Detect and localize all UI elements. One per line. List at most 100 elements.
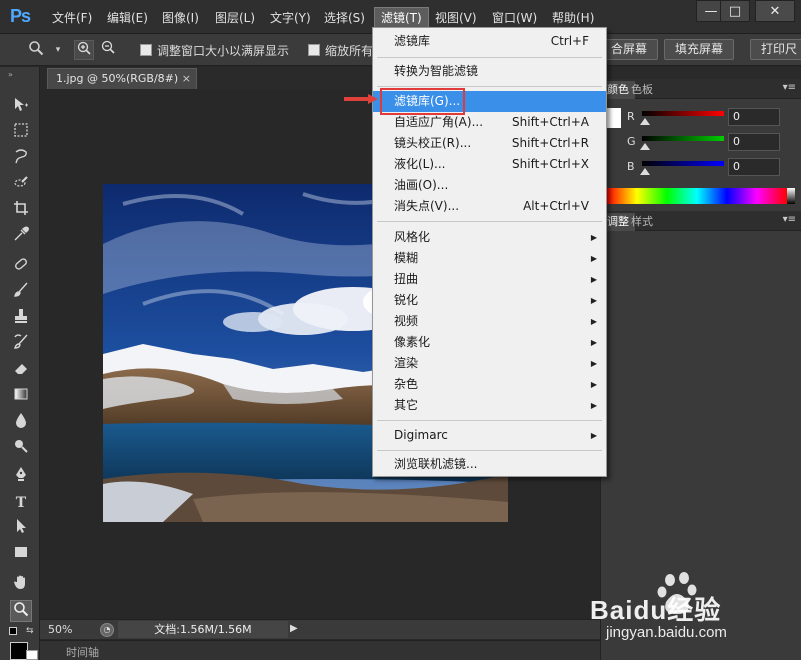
submenu-arrow-icon: ▶: [590, 338, 597, 347]
submenu-arrow-icon: ▶: [590, 233, 597, 242]
blue-slider-track[interactable]: [642, 161, 724, 166]
menu-select[interactable]: 选择(S): [322, 9, 367, 27]
quick-selection-tool-icon[interactable]: [10, 174, 32, 196]
photoshop-logo: Ps: [10, 6, 31, 26]
menu-item-digimarc[interactable]: Digimarc ▶: [373, 425, 606, 446]
menu-window[interactable]: 窗口(W): [490, 9, 539, 27]
zoom-all-checkbox[interactable]: [308, 44, 320, 56]
zoom-tool-selected-icon[interactable]: [10, 600, 32, 622]
menu-item-convert-smart-filters[interactable]: 转换为智能滤镜: [373, 61, 606, 82]
menu-item-video[interactable]: 视频 ▶: [373, 311, 606, 332]
move-tool-icon[interactable]: [10, 96, 32, 118]
type-tool-icon[interactable]: T: [10, 492, 32, 514]
menu-layer[interactable]: 图层(L): [213, 9, 257, 27]
status-menu-arrow-icon[interactable]: ▶: [290, 623, 298, 634]
menu-item-render[interactable]: 渲染 ▶: [373, 353, 606, 374]
watermark-brand: Baidu经验: [590, 595, 722, 625]
submenu-arrow-icon: ▶: [590, 254, 597, 263]
menu-item-distort[interactable]: 扭曲 ▶: [373, 269, 606, 290]
zoom-level[interactable]: 50%: [48, 623, 72, 636]
red-slider-track[interactable]: [642, 111, 724, 116]
submenu-arrow-icon: ▶: [590, 275, 597, 284]
menu-item-lens-correction[interactable]: 镜头校正(R)... Shift+Ctrl+R: [373, 133, 606, 154]
grayscale-ramp[interactable]: [787, 188, 795, 204]
menu-image[interactable]: 图像(I): [160, 9, 201, 27]
clone-stamp-tool-icon[interactable]: [10, 308, 32, 330]
brush-tool-icon[interactable]: [10, 282, 32, 304]
green-value-field[interactable]: 0: [728, 133, 780, 151]
menu-view[interactable]: 视图(V): [433, 9, 479, 27]
tab-swatches[interactable]: 色板: [625, 81, 659, 99]
blue-value-field[interactable]: 0: [728, 158, 780, 176]
document-tab-close-icon[interactable]: ×: [182, 69, 191, 89]
zoom-out-icon[interactable]: [98, 40, 118, 60]
menu-item-blur[interactable]: 模糊 ▶: [373, 248, 606, 269]
menu-item-stylize[interactable]: 风格化 ▶: [373, 227, 606, 248]
rectangle-tool-icon[interactable]: [10, 544, 32, 566]
green-channel-label: G: [627, 135, 636, 148]
document-tab-title: 1.jpg @ 50%(RGB/8#): [56, 72, 179, 85]
red-value-field[interactable]: 0: [728, 108, 780, 126]
menu-item-adaptive-wide-angle[interactable]: 自适应广角(A)... Shift+Ctrl+A: [373, 112, 606, 133]
menu-edit[interactable]: 编辑(E): [105, 9, 150, 27]
menu-item-filter-gallery-last[interactable]: 滤镜库 Ctrl+F: [373, 31, 606, 52]
green-slider-thumb[interactable]: [640, 143, 650, 150]
submenu-arrow-icon: ▶: [590, 317, 597, 326]
menu-type[interactable]: 文字(Y): [268, 9, 313, 27]
print-size-button[interactable]: 打印尺: [750, 39, 801, 60]
menu-item-sharpen[interactable]: 锐化 ▶: [373, 290, 606, 311]
menu-item-vanishing-point[interactable]: 消失点(V)... Alt+Ctrl+V: [373, 196, 606, 217]
eraser-tool-icon[interactable]: [10, 360, 32, 382]
default-colors-icon[interactable]: [9, 627, 17, 635]
fit-screen-button[interactable]: 合屏幕: [600, 39, 659, 60]
hand-tool-icon[interactable]: [10, 574, 32, 596]
menu-item-other[interactable]: 其它 ▶: [373, 395, 606, 416]
pen-tool-icon[interactable]: [10, 466, 32, 488]
baidu-jingyan-watermark: Baidu经验 jingyan.baidu.com: [586, 572, 796, 652]
menu-file[interactable]: 文件(F): [50, 9, 94, 27]
crop-tool-icon[interactable]: [10, 200, 32, 222]
submenu-arrow-icon: ▶: [590, 296, 597, 305]
tool-preset-dropdown-icon[interactable]: ▾: [48, 40, 68, 60]
history-brush-tool-icon[interactable]: [10, 334, 32, 356]
adjust-panel-menu-icon[interactable]: ▾≡: [783, 214, 796, 225]
red-slider-thumb[interactable]: [640, 118, 650, 125]
dodge-tool-icon[interactable]: [10, 438, 32, 460]
menu-item-pixelate[interactable]: 像素化 ▶: [373, 332, 606, 353]
collapse-icon[interactable]: »: [8, 70, 13, 79]
menu-item-noise[interactable]: 杂色 ▶: [373, 374, 606, 395]
marquee-tool-icon[interactable]: [10, 122, 32, 144]
blur-tool-icon[interactable]: [10, 412, 32, 434]
blue-slider-thumb[interactable]: [640, 168, 650, 175]
fill-screen-button[interactable]: 填充屏幕: [664, 39, 735, 60]
tab-styles[interactable]: 样式: [625, 213, 659, 231]
zoom-in-icon[interactable]: [74, 40, 94, 60]
menu-help[interactable]: 帮助(H): [550, 9, 596, 27]
color-panel-foreground-swatch[interactable]: [607, 108, 621, 128]
annotation-arrow-icon: [344, 94, 378, 104]
swap-colors-icon[interactable]: ⇆: [26, 626, 34, 636]
menu-item-oil-paint[interactable]: 油画(O)...: [373, 175, 606, 196]
menu-filter[interactable]: 滤镜(T): [374, 7, 429, 29]
path-selection-tool-icon[interactable]: [10, 518, 32, 540]
lasso-tool-icon[interactable]: [10, 148, 32, 170]
color-spectrum-ramp[interactable]: [607, 188, 787, 204]
status-info-icon[interactable]: ◔: [100, 623, 114, 637]
adjust-panel-tabs: 调整 样式 ▾≡: [601, 211, 801, 231]
timeline-label[interactable]: 时间轴: [66, 644, 99, 660]
document-tab[interactable]: 1.jpg @ 50%(RGB/8#) ×: [47, 68, 197, 89]
resize-windows-checkbox[interactable]: [140, 44, 152, 56]
background-color-swatch[interactable]: [26, 650, 38, 660]
maximize-button[interactable]: □: [720, 0, 750, 22]
color-panel-menu-icon[interactable]: ▾≡: [783, 82, 796, 93]
close-window-button[interactable]: ✕: [755, 0, 795, 22]
submenu-arrow-icon: ▶: [590, 380, 597, 389]
menu-item-browse-filters-online[interactable]: 浏览联机滤镜...: [373, 454, 606, 475]
eyedropper-tool-icon[interactable]: [10, 226, 32, 248]
green-slider-track[interactable]: [642, 136, 724, 141]
gradient-tool-icon[interactable]: [10, 386, 32, 408]
menu-item-liquify[interactable]: 液化(L)... Shift+Ctrl+X: [373, 154, 606, 175]
healing-brush-tool-icon[interactable]: [10, 256, 32, 278]
zoom-all-label: 缩放所有: [325, 44, 374, 58]
zoom-tool-icon[interactable]: [26, 40, 46, 60]
